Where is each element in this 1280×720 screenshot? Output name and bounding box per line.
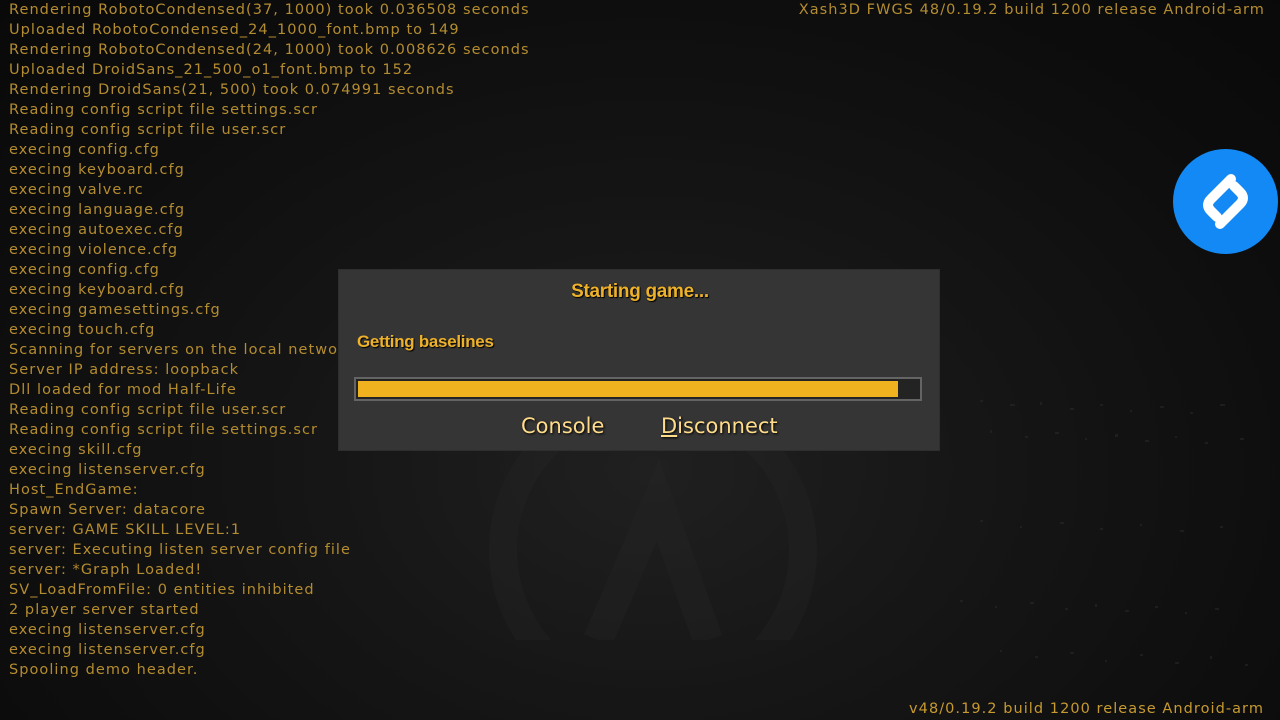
loading-status: Getting baselines	[357, 332, 494, 351]
game-screen: Rendering RobotoCondensed(37, 1000) took…	[0, 0, 1280, 720]
console-line: Reading config script file settings.scr	[9, 102, 319, 118]
console-line: execing listenserver.cfg	[9, 622, 206, 638]
console-line: execing language.cfg	[9, 202, 186, 218]
console-button[interactable]: Console	[521, 411, 604, 441]
disconnect-button-label: isconnect	[677, 414, 778, 438]
console-line: Uploaded DroidSans_21_500_o1_font.bmp to…	[9, 62, 414, 78]
progress-fill	[358, 381, 898, 397]
shazam-floating-button[interactable]	[1173, 149, 1278, 254]
console-line: server: *Graph Loaded!	[9, 562, 203, 578]
console-line: execing violence.cfg	[9, 242, 179, 258]
version-footer: v48/0.19.2 build 1200 release Android-ar…	[909, 701, 1264, 717]
console-line: Uploaded RobotoCondensed_24_1000_font.bm…	[9, 22, 460, 38]
console-line: 2 player server started	[9, 602, 200, 618]
console-line: execing config.cfg	[9, 142, 160, 158]
console-line: Spooling demo header.	[9, 662, 199, 678]
disconnect-hotkey-letter: D	[661, 414, 678, 438]
console-line: execing listenserver.cfg	[9, 462, 206, 478]
console-line: Reading config script file user.scr	[9, 122, 287, 138]
loading-progress-bar	[354, 377, 922, 401]
console-line: server: Executing listen server config f…	[9, 542, 351, 558]
console-line: execing listenserver.cfg	[9, 642, 206, 658]
console-button-label: Console	[521, 414, 605, 438]
console-line: Spawn Server: datacore	[9, 502, 206, 518]
shazam-icon	[1203, 174, 1248, 229]
dialog-title: Starting game...	[571, 281, 709, 302]
console-line: execing valve.rc	[9, 182, 144, 198]
console-line: Rendering RobotoCondensed(37, 1000) took…	[9, 2, 530, 18]
console-line: server: GAME SKILL LEVEL:1	[9, 522, 242, 538]
engine-title: Xash3D FWGS 48/0.19.2 build 1200 release…	[798, 2, 1265, 18]
console-line: Host_EndGame:	[9, 482, 139, 498]
console-line: execing autoexec.cfg	[9, 222, 184, 238]
disconnect-button[interactable]: Disconnect	[661, 411, 778, 441]
console-line: SV_LoadFromFile: 0 entities inhibited	[9, 582, 315, 598]
console-line: execing keyboard.cfg	[9, 162, 185, 178]
console-line: Rendering DroidSans(21, 500) took 0.0749…	[9, 82, 455, 98]
console-line: Rendering RobotoCondensed(24, 1000) took…	[9, 42, 530, 58]
